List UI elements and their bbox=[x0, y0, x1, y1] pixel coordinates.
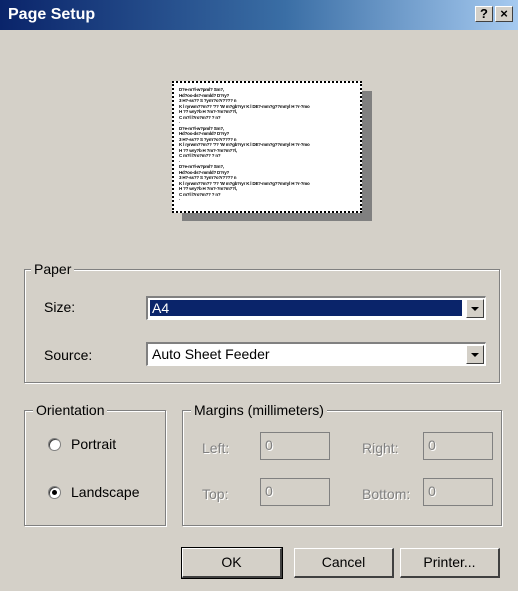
chevron-down-icon bbox=[471, 307, 479, 311]
left-margin-value: 0 bbox=[265, 437, 273, 453]
right-margin-label: Right: bbox=[362, 440, 399, 456]
printer-button[interactable]: Printer... bbox=[400, 548, 500, 578]
bottom-margin-value: 0 bbox=[428, 483, 436, 499]
ok-button[interactable]: OK bbox=[181, 547, 283, 579]
top-margin-label: Top: bbox=[202, 486, 229, 502]
help-button[interactable]: ? bbox=[475, 6, 493, 22]
orientation-legend: Orientation bbox=[33, 402, 108, 418]
bottom-margin-input[interactable]: 0 bbox=[423, 478, 493, 506]
portrait-radio[interactable] bbox=[48, 438, 61, 451]
left-margin-input[interactable]: 0 bbox=[260, 432, 330, 460]
right-margin-input[interactable]: 0 bbox=[423, 432, 493, 460]
paper-legend: Paper bbox=[31, 261, 75, 277]
landscape-label[interactable]: Landscape bbox=[71, 484, 140, 500]
preview-text-line: · bbox=[179, 197, 181, 202]
top-margin-input[interactable]: 0 bbox=[260, 478, 330, 506]
portrait-label[interactable]: Portrait bbox=[71, 436, 116, 452]
size-dropdown-button[interactable] bbox=[466, 299, 484, 318]
landscape-radio[interactable] bbox=[48, 486, 61, 499]
margins-legend: Margins (millimeters) bbox=[191, 402, 327, 418]
chevron-down-icon bbox=[471, 353, 479, 357]
source-value: Auto Sheet Feeder bbox=[152, 346, 270, 362]
source-dropdown[interactable]: Auto Sheet Feeder bbox=[146, 342, 486, 366]
bottom-margin-label: Bottom: bbox=[362, 486, 411, 502]
right-margin-value: 0 bbox=[428, 437, 436, 453]
size-value: A4 bbox=[150, 300, 462, 316]
margins-groupbox: Margins (millimeters) bbox=[182, 402, 502, 526]
window-title: Page Setup bbox=[8, 6, 96, 23]
orientation-groupbox: Orientation bbox=[24, 402, 166, 526]
cancel-button[interactable]: Cancel bbox=[294, 548, 394, 578]
landscape-radio-dot bbox=[52, 490, 57, 495]
page-preview: D?e-m?l-w?pml? Sm?, Hd?oo-ds?-mmld? D?ry?… bbox=[172, 81, 362, 213]
source-dropdown-button[interactable] bbox=[466, 345, 484, 364]
size-dropdown[interactable]: A4 bbox=[146, 296, 486, 320]
left-margin-label: Left: bbox=[202, 440, 230, 456]
size-label: Size: bbox=[44, 299, 76, 315]
close-button[interactable]: × bbox=[495, 6, 513, 22]
source-label: Source: bbox=[44, 347, 93, 363]
title-bar: Page Setup ? × bbox=[0, 0, 518, 30]
top-margin-value: 0 bbox=[265, 483, 273, 499]
